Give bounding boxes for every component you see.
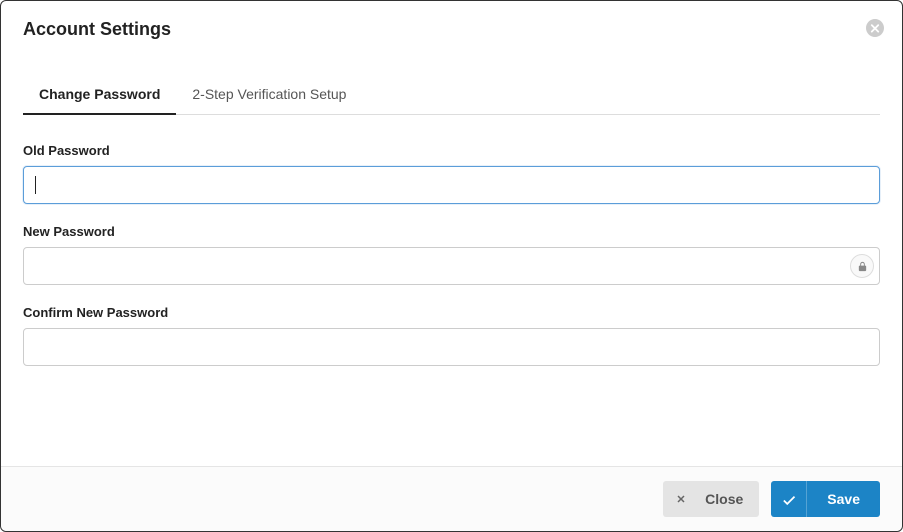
change-password-form: Old Password New Password Confirm New Pa…: [23, 115, 880, 366]
old-password-label: Old Password: [23, 143, 880, 158]
confirm-password-input[interactable]: [23, 328, 880, 366]
lock-icon: [850, 254, 874, 278]
close-icon[interactable]: [866, 19, 884, 37]
tab-change-password[interactable]: Change Password: [23, 76, 176, 114]
confirm-password-input-wrap: [23, 328, 880, 366]
save-button-label: Save: [807, 491, 880, 507]
confirm-password-group: Confirm New Password: [23, 305, 880, 366]
save-button[interactable]: Save: [771, 481, 880, 517]
new-password-input-wrap: [23, 247, 880, 285]
account-settings-modal: Account Settings Change Password 2-Step …: [0, 0, 903, 532]
tab-two-step-verification[interactable]: 2-Step Verification Setup: [176, 76, 362, 114]
old-password-group: Old Password: [23, 143, 880, 204]
tabs: Change Password 2-Step Verification Setu…: [23, 76, 880, 115]
modal-footer: Close Save: [1, 466, 902, 531]
old-password-input-wrap: [23, 166, 880, 204]
modal-header: Account Settings: [1, 1, 902, 48]
new-password-label: New Password: [23, 224, 880, 239]
check-icon: [771, 481, 807, 517]
close-button-label: Close: [699, 491, 759, 507]
new-password-group: New Password: [23, 224, 880, 285]
x-icon: [663, 493, 699, 505]
confirm-password-label: Confirm New Password: [23, 305, 880, 320]
text-cursor: [35, 176, 36, 194]
new-password-input[interactable]: [23, 247, 880, 285]
close-button[interactable]: Close: [663, 481, 759, 517]
modal-title: Account Settings: [23, 19, 880, 40]
old-password-input[interactable]: [23, 166, 880, 204]
modal-body: Change Password 2-Step Verification Setu…: [1, 48, 902, 466]
